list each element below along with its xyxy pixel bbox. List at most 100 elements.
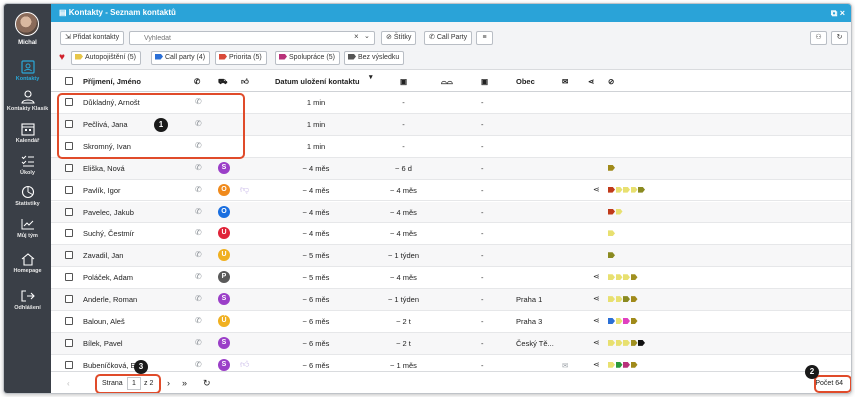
phone-icon[interactable]: ✆ [195, 250, 202, 259]
column-name[interactable]: Příjmení, Jméno [83, 77, 141, 86]
tag-icon [630, 339, 638, 346]
last-page-icon[interactable]: » [182, 378, 187, 388]
filter-call-party[interactable]: Call party (4) [151, 51, 211, 65]
share-icon[interactable]: ⋖ [593, 360, 600, 369]
filter-spoluprace[interactable]: Spolupráce (5) [275, 51, 340, 65]
contact-name[interactable]: Bubeníčková, E [83, 361, 136, 370]
status-badge[interactable]: U [218, 227, 230, 240]
call-party-button[interactable]: ✆ Call Party [424, 31, 473, 45]
contact-name[interactable]: Poláček, Adam [83, 273, 133, 282]
row-checkbox[interactable] [65, 251, 73, 260]
row-checkbox[interactable] [65, 317, 73, 325]
row-checkbox[interactable] [65, 163, 73, 172]
table-row[interactable]: Eliška, Nová ✆ S ~ 4 měs ~ 6 d - [51, 157, 851, 180]
sidebar-item-statistiky[interactable]: Statistiky [4, 185, 51, 207]
contact-name[interactable]: Baloun, Aleš [83, 317, 125, 326]
phone-icon[interactable]: ✆ [195, 163, 202, 172]
sidebar-item-homepage[interactable]: Homepage [4, 252, 51, 274]
sidebar-item-kontakty-klasik[interactable]: Kontakty Klasik [4, 90, 51, 112]
city: Český Tě... [516, 338, 554, 348]
phone-icon[interactable]: ✆ [195, 185, 202, 194]
filter-priorita[interactable]: Priorita (5) [215, 51, 267, 65]
row-checkbox[interactable] [65, 295, 73, 304]
table-row[interactable]: Pavelec, Jakub ✆ O ~ 4 měs ~ 4 měs - [51, 201, 851, 224]
last-activity: - [402, 98, 405, 107]
thumbs-down-icon[interactable]: 👎︎ [240, 184, 249, 195]
contact-name[interactable]: Zavadil, Jan [83, 251, 123, 260]
pagination-bar: ‹ Strana 1 z 2 › » ↻ Počet 64 [51, 371, 851, 393]
chevron-down-icon[interactable]: ⌄ [364, 32, 370, 40]
sidebar-item-ukoly[interactable]: Úkoly [4, 154, 51, 176]
filter-autopojisteni[interactable]: Autopojištění (5) [71, 51, 141, 65]
reload-icon[interactable]: ↻ [203, 378, 211, 389]
row-checkbox[interactable] [65, 207, 73, 216]
table-row[interactable]: Anderle, Roman ✆ S ~ 6 měs ~ 1 týden - Praha 1… [51, 289, 851, 311]
mail-icon[interactable]: ✉ [562, 361, 568, 370]
tags-button[interactable]: ⊘ Štítky [381, 31, 417, 45]
contact-name[interactable]: Bílek, Pavel [83, 339, 123, 348]
phone-icon[interactable]: ✆ [195, 338, 202, 347]
row-checkbox[interactable] [65, 185, 73, 194]
add-contacts-button[interactable]: ⇲ Přidat kontakty [60, 31, 125, 45]
thumbs-up-icon[interactable]: 👍︎ [240, 359, 249, 370]
share-icon[interactable]: ⋖ [593, 294, 600, 303]
row-checkbox[interactable] [65, 360, 73, 369]
sidebar-item-kalendar[interactable]: Kalendář [4, 122, 51, 144]
sidebar-item-muj-tym[interactable]: Můj tým [4, 217, 51, 239]
status-badge[interactable]: S [218, 161, 230, 174]
tag-icon [608, 339, 615, 346]
phone-icon[interactable]: ✆ [195, 316, 202, 325]
row-checkbox[interactable] [65, 273, 73, 282]
table-row[interactable]: Bílek, Pavel ✆ S ~ 6 měs ~ 2 t - Český Tě... ⋖ [51, 332, 851, 355]
row-checkbox[interactable] [65, 338, 73, 347]
table-row[interactable]: Poláček, Adam ✆ P ~ 5 měs ~ 4 měs - ⋖ [51, 267, 851, 290]
search-input[interactable] [129, 31, 375, 45]
tag-icon [608, 361, 615, 368]
contact-name[interactable]: Pavlík, Igor [83, 186, 121, 195]
phone-icon[interactable]: ✆ [195, 207, 202, 216]
phone-icon[interactable]: ✆ [195, 294, 202, 303]
phone-icon[interactable]: ✆ [195, 360, 202, 369]
share-icon[interactable]: ⋖ [593, 185, 600, 194]
table-row[interactable]: Suchý, Čestmír ✆ U ~ 4 měs ~ 4 měs - [51, 223, 851, 246]
select-all-checkbox[interactable] [65, 77, 73, 85]
clear-search-icon[interactable]: × [354, 32, 359, 41]
contact-name[interactable]: Suchý, Čestmír [83, 229, 134, 238]
status-badge[interactable]: U [218, 249, 230, 262]
window-controls[interactable]: ⧉ × [831, 4, 845, 22]
column-city[interactable]: Obec [516, 77, 535, 86]
phone-icon[interactable]: ✆ [195, 228, 202, 237]
heart-icon[interactable]: ♥ [59, 53, 65, 63]
status-badge[interactable]: S [218, 293, 230, 306]
refresh-button[interactable]: ↻ [831, 31, 848, 45]
status-badge[interactable]: O [218, 183, 230, 196]
share-icon[interactable]: ⋖ [593, 272, 600, 281]
status-badge[interactable]: S [218, 336, 230, 349]
status-badge[interactable]: O [218, 205, 230, 218]
contact-name[interactable]: Eliška, Nová [83, 164, 125, 173]
filter-bez-vysledku[interactable]: Bez výsledku [344, 51, 405, 65]
row-checkbox[interactable] [65, 229, 73, 238]
status-badge[interactable]: P [218, 271, 230, 284]
sidebar-item-kontakty[interactable]: Kontakty [4, 60, 51, 82]
avatar[interactable] [15, 12, 39, 36]
contact-name[interactable]: Anderle, Roman [83, 295, 137, 304]
next-page-icon[interactable]: › [167, 378, 170, 388]
tag-icon [623, 318, 630, 324]
sidebar-item-odhlaseni[interactable]: Odhlášení [4, 289, 51, 311]
table-row[interactable]: Pavlík, Igor ✆ O 👎︎ ~ 4 měs ~ 4 měs - ⋖ [51, 180, 851, 202]
status-badge[interactable]: S [218, 358, 230, 371]
table-row[interactable]: Baloun, Aleš ✆ Ú ~ 6 měs ~ 2 t - Praha 3 ⋖ [51, 311, 851, 333]
contact-name[interactable]: Pavelec, Jakub [83, 208, 134, 217]
columns-button[interactable]: ⚇ [810, 31, 827, 45]
column-saved[interactable]: Datum uložení kontaktu [275, 77, 360, 86]
sort-desc-icon[interactable]: ▾ [369, 73, 373, 81]
share-icon[interactable]: ⋖ [593, 338, 600, 347]
phone-icon[interactable]: ✆ [195, 272, 202, 281]
status-badge[interactable]: Ú [218, 315, 230, 327]
menu-button[interactable]: ≡ [476, 31, 493, 45]
share-icon[interactable]: ⋖ [593, 316, 600, 325]
tags-column-icon: ⊘ [608, 77, 615, 86]
prev-page-icon[interactable]: ‹ [67, 379, 70, 388]
table-row[interactable]: Zavadil, Jan ✆ U ~ 5 měs ~ 1 týden - [51, 245, 851, 268]
